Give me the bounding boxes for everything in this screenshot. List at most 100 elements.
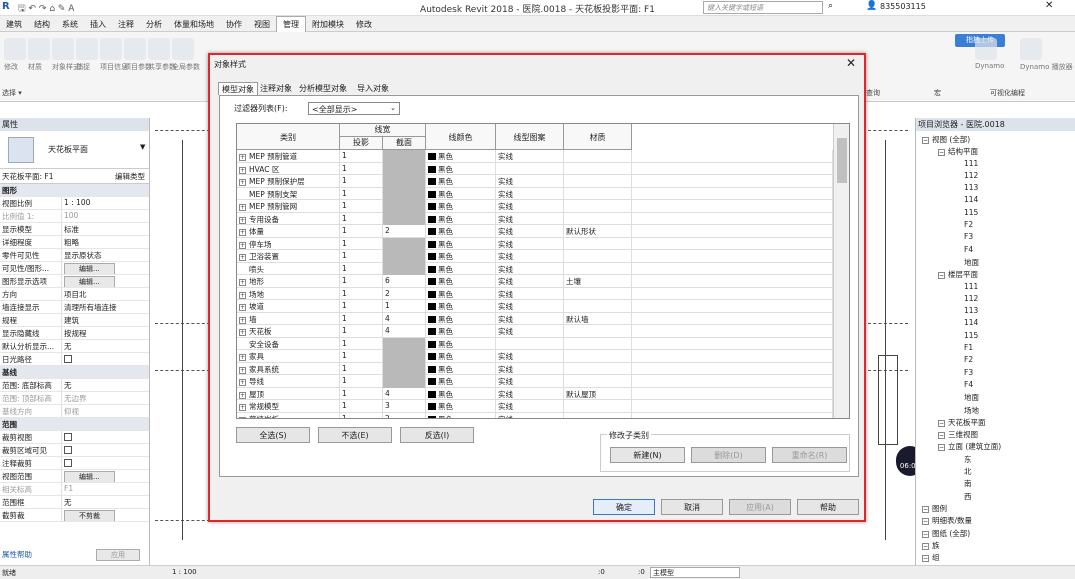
material-cell[interactable] [564, 337, 632, 350]
projection-cell[interactable]: 1 [340, 387, 383, 400]
menu-tab-9[interactable]: 管理 [276, 16, 306, 32]
line-color-cell[interactable]: 黑色 [426, 350, 496, 363]
property-value[interactable]: 无 [62, 379, 149, 391]
browser-tree-item[interactable]: − 天花板平面 [916, 417, 1075, 429]
table-row[interactable]: + 导线 1 黑色 实线 [237, 375, 833, 388]
property-edit-button[interactable]: 编辑... [64, 471, 115, 482]
line-color-cell[interactable]: 黑色 [426, 225, 496, 238]
expand-icon[interactable] [954, 282, 961, 289]
browser-tree-item[interactable]: − 族 [916, 540, 1075, 552]
delete-subcategory-button[interactable]: 删除(D) [691, 447, 766, 463]
property-value[interactable]: F1 [62, 483, 149, 495]
ribbon-tool-icon[interactable] [172, 38, 194, 60]
property-value[interactable]: 建筑 [62, 314, 149, 326]
property-value[interactable]: 显示原状态 [62, 249, 149, 261]
table-row[interactable]: + 家具系统 1 黑色 实线 [237, 362, 833, 375]
line-color-cell[interactable]: 黑色 [426, 262, 496, 275]
dynamo-icon[interactable] [975, 38, 997, 60]
line-color-cell[interactable]: 黑色 [426, 375, 496, 388]
menu-tab-0[interactable]: 建筑 [0, 17, 28, 32]
projection-cell[interactable]: 1 [340, 312, 383, 325]
expand-icon[interactable]: − [922, 505, 929, 513]
cut-cell[interactable] [383, 162, 426, 175]
menu-tab-5[interactable]: 分析 [140, 17, 168, 32]
rename-subcategory-button[interactable]: 重命名(R) [772, 447, 847, 463]
material-cell[interactable]: 默认屋顶 [564, 387, 632, 400]
material-cell[interactable] [564, 412, 632, 418]
browser-tree-item[interactable]: 113 [916, 306, 1075, 318]
line-color-cell[interactable]: 黑色 [426, 300, 496, 313]
new-subcategory-button[interactable]: 新建(N) [610, 447, 685, 463]
material-cell[interactable] [564, 300, 632, 313]
expand-icon[interactable] [954, 492, 961, 499]
browser-tree-item[interactable]: − 结构平面 [916, 146, 1075, 158]
cut-cell[interactable] [383, 212, 426, 225]
table-row[interactable]: MEP 预制支架 1 黑色 实线 [237, 187, 833, 200]
menu-tab-11[interactable]: 修改 [350, 17, 378, 32]
browser-tree-item[interactable]: − 三维视图 [916, 429, 1075, 441]
dynamo-icon[interactable] [1020, 38, 1042, 60]
expand-icon[interactable]: + [239, 416, 246, 418]
material-cell[interactable]: 土壤 [564, 275, 632, 288]
expand-icon[interactable]: + [239, 291, 246, 299]
properties-help-link[interactable]: 属性帮助 [0, 549, 32, 560]
category-cell[interactable]: + MEP 预制管网 [237, 200, 340, 213]
ribbon-tool-icon[interactable] [52, 38, 74, 60]
line-pattern-cell[interactable]: 实线 [496, 175, 564, 188]
cancel-button[interactable]: 取消 [661, 499, 723, 515]
expand-icon[interactable]: + [239, 254, 246, 261]
cut-cell[interactable] [383, 350, 426, 363]
ribbon-group-label[interactable]: 可视化编程 [990, 88, 1025, 98]
property-value[interactable] [62, 444, 149, 456]
line-color-cell[interactable]: 黑色 [426, 362, 496, 375]
cut-cell[interactable] [383, 150, 426, 163]
cut-cell[interactable] [383, 250, 426, 263]
cut-cell[interactable]: 4 [383, 325, 426, 338]
browser-tree-item[interactable]: 北 [916, 466, 1075, 478]
cut-cell[interactable]: 6 [383, 275, 426, 288]
expand-icon[interactable] [239, 265, 246, 272]
line-pattern-cell[interactable] [496, 337, 564, 350]
projection-cell[interactable]: 1 [340, 275, 383, 288]
property-value[interactable]: 编辑... [62, 262, 149, 274]
line-pattern-cell[interactable]: 实线 [496, 312, 564, 325]
line-color-cell[interactable]: 黑色 [426, 387, 496, 400]
category-cell[interactable]: +幕墙嵌板 [237, 412, 340, 418]
property-value[interactable]: 仰视 [62, 405, 149, 417]
projection-cell[interactable]: 1 [340, 375, 383, 388]
material-cell[interactable] [564, 325, 632, 338]
expand-icon[interactable] [954, 455, 961, 462]
line-color-cell[interactable]: 黑色 [426, 250, 496, 263]
ribbon-group-label[interactable]: 宏 [934, 88, 941, 98]
property-value[interactable]: 标准 [62, 223, 149, 235]
browser-tree-item[interactable]: 114 [916, 195, 1075, 207]
search-input[interactable]: 键入关键字或短语 [703, 1, 823, 14]
property-value[interactable] [62, 353, 149, 365]
expand-icon[interactable]: + [239, 216, 246, 224]
projection-cell[interactable]: 1 [340, 400, 383, 413]
property-value[interactable]: 无边界 [62, 392, 149, 404]
property-value[interactable]: 无 [62, 496, 149, 508]
browser-tree-item[interactable]: F4 [916, 380, 1075, 392]
category-cell[interactable]: + 家具 [237, 350, 340, 363]
category-cell[interactable]: + MEP 预制保护层 [237, 175, 340, 188]
line-pattern-cell[interactable]: 实线 [496, 300, 564, 313]
cut-cell[interactable]: 2 [383, 412, 426, 418]
browser-tree-item[interactable]: 112 [916, 171, 1075, 183]
line-color-cell[interactable]: 黑色 [426, 150, 496, 163]
expand-icon[interactable] [954, 406, 961, 413]
material-cell[interactable] [564, 362, 632, 375]
menu-tab-6[interactable]: 体量和场地 [168, 17, 220, 32]
line-color-cell[interactable]: 黑色 [426, 287, 496, 300]
expand-icon[interactable] [954, 467, 961, 474]
line-color-cell[interactable]: 黑色 [426, 400, 496, 413]
projection-cell[interactable]: 1 [340, 362, 383, 375]
cut-cell[interactable]: 4 [383, 387, 426, 400]
expand-icon[interactable]: + [239, 204, 246, 211]
line-pattern-cell[interactable]: 实线 [496, 262, 564, 275]
cut-cell[interactable]: 3 [383, 400, 426, 413]
expand-icon[interactable]: − [922, 555, 929, 563]
line-color-cell[interactable]: 黑色 [426, 162, 496, 175]
ribbon-tool-icon[interactable] [100, 38, 122, 60]
line-pattern-cell[interactable]: 实线 [496, 350, 564, 363]
